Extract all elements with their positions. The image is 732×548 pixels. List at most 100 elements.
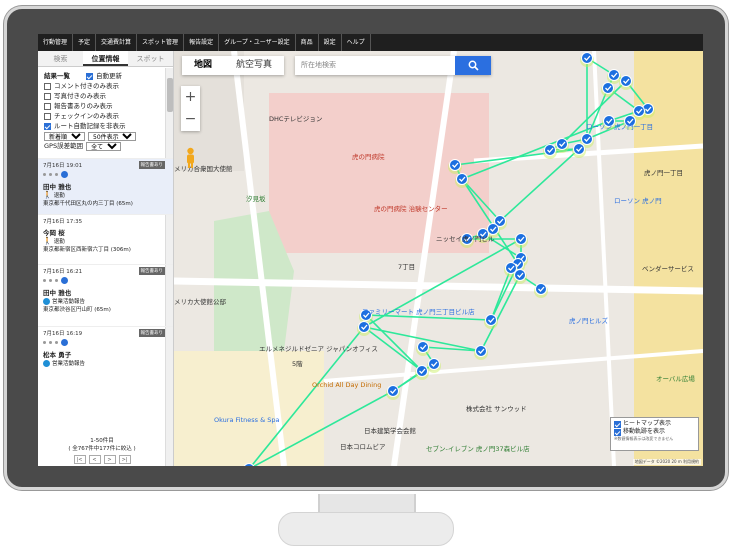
checkin-marker[interactable]: [484, 314, 498, 330]
checkin-marker[interactable]: [386, 385, 400, 401]
menu-item[interactable]: 行動管理: [38, 34, 74, 51]
map-type-map-button[interactable]: 地図: [182, 56, 224, 75]
checkin-marker[interactable]: [357, 321, 371, 337]
menu-item[interactable]: 報告設定: [184, 34, 220, 51]
search-button[interactable]: [455, 56, 491, 75]
checkin-marker[interactable]: [580, 52, 594, 68]
menu-item[interactable]: 商品: [296, 34, 319, 51]
map-type-satellite-button[interactable]: 航空写真: [224, 56, 284, 75]
checkin-icon: [43, 297, 50, 305]
map-place-label: ベンダーサービス: [642, 265, 694, 273]
checkin-marker[interactable]: [572, 143, 586, 159]
menu-item[interactable]: 予定: [73, 34, 97, 51]
pager-range: 1-50件目: [90, 438, 114, 444]
address-search: 所在地検索: [295, 56, 491, 75]
menu-bar: 行動管理 予定 交通費計算 スポット管理 報告設定 グループ・ユーザー設定 商品 設定 ヘルプ: [38, 34, 703, 51]
pager-first-button[interactable]: |<: [73, 455, 86, 464]
checkin-only-checkbox[interactable]: [44, 112, 51, 120]
checkin-marker[interactable]: [448, 159, 462, 175]
map-place-label: 虎ノ門一丁目: [644, 169, 683, 177]
count-select[interactable]: 50件表示: [88, 132, 136, 141]
movement-checkbox[interactable]: [614, 428, 621, 436]
entry-activity: 退勤: [53, 193, 65, 199]
comment-only-checkbox[interactable]: [44, 82, 51, 90]
result-list-label: 結果一覧: [44, 72, 70, 80]
checkin-marker[interactable]: [601, 82, 615, 98]
auto-update-checkbox[interactable]: [86, 72, 93, 80]
list-item[interactable]: 7月16日 16:21 報告書あり 田中 雅也 営業活動報告 東京都渋谷区円山町…: [38, 264, 173, 326]
hotel-block: [174, 351, 324, 466]
hide-route-checkbox[interactable]: [44, 122, 51, 130]
tab-location[interactable]: 位置情報: [83, 51, 128, 66]
location-icon[interactable]: [61, 170, 68, 178]
report-badge[interactable]: 報告書あり: [138, 161, 165, 169]
checkin-marker[interactable]: [534, 283, 548, 299]
scroll-thumb[interactable]: [167, 78, 173, 112]
report-badge[interactable]: 報告書あり: [138, 267, 165, 275]
hide-route-label: ルート自動記録を非表示: [54, 122, 126, 130]
zoom-out-button[interactable]: −: [181, 108, 200, 130]
entry-user-name: 田中 雅也: [43, 183, 72, 191]
menu-item[interactable]: スポット管理: [137, 34, 185, 51]
location-icon[interactable]: [61, 338, 68, 346]
filter-panel: 結果一覧 自動更新 コメント付きのみ表示 写真付きのみ表示 報告書ありのみ表示 …: [38, 67, 173, 155]
map-legend: ヒートマップ表示 移動軌跡を表示 ※数値情報表示は改変できません: [610, 417, 699, 451]
pager-last-button[interactable]: >|: [118, 455, 131, 464]
auto-update-label: 自動更新: [96, 72, 122, 80]
menu-item[interactable]: グループ・ユーザー設定: [219, 34, 296, 51]
checkin-marker[interactable]: [607, 69, 621, 85]
map-place-label: Okura Fitness & Spa: [214, 416, 280, 424]
entry-icons: [43, 169, 168, 179]
list-item[interactable]: 7月16日 16:19 報告書あり 松本 勇子 営業活動報告: [38, 326, 173, 372]
menu-item[interactable]: ヘルプ: [342, 34, 371, 51]
sort-select[interactable]: 新着順: [44, 132, 85, 141]
address-search-input[interactable]: 所在地検索: [295, 56, 455, 75]
map-place-label: 虎の門病院 治験センター: [374, 205, 448, 213]
map-place-label: 虎ノ門ヒルズ: [569, 317, 608, 325]
legend-note: ※数値情報表示は改変できません: [614, 436, 674, 441]
checkin-marker[interactable]: [514, 233, 528, 249]
heatmap-checkbox[interactable]: [614, 420, 621, 428]
map-copyright: 地図データ ©2020 20 m 利用規約: [632, 459, 701, 465]
entry-time: 7月16日 17:35: [43, 219, 83, 225]
checkin-marker[interactable]: [415, 365, 429, 381]
map-place-label: 5階: [292, 360, 303, 368]
checkin-marker[interactable]: [619, 75, 633, 91]
entry-activity: 営業活動報告: [52, 361, 86, 367]
report-only-checkbox[interactable]: [44, 102, 51, 110]
heatmap-label: ヒートマップ表示: [623, 420, 672, 427]
entry-user-name: 松本 勇子: [43, 351, 72, 359]
entry-address: 東京都渋谷区円山町 (65m): [43, 307, 111, 313]
photo-only-checkbox[interactable]: [44, 92, 51, 100]
walk-icon: 🚶: [43, 191, 52, 199]
pager-prev-button[interactable]: <: [88, 455, 101, 464]
checkin-marker[interactable]: [555, 138, 569, 154]
tab-spot[interactable]: スポット: [128, 51, 173, 66]
checkin-marker[interactable]: [543, 144, 557, 160]
gps-range-select[interactable]: 全て: [86, 141, 122, 151]
menu-item[interactable]: 交通費計算: [96, 34, 138, 51]
checkin-marker[interactable]: [513, 269, 527, 285]
entry-activity: 営業活動報告: [52, 299, 86, 305]
list-item[interactable]: 7月16日 17:35 今岡 桜 🚶 退勤 東京都新宿区西新宿六丁目 (306m): [38, 214, 173, 264]
checkin-marker[interactable]: [474, 345, 488, 361]
map-view[interactable]: DHCテレビジョン 虎の門病院 虎の門病院 治験センター 汐見坂 メリカ合衆国大使館 ニッ…: [174, 51, 703, 466]
monitor-stand-base: [278, 512, 454, 546]
checkin-marker[interactable]: [416, 341, 430, 357]
gps-range-label: GPS誤差範囲: [44, 142, 84, 150]
map-place-label: 日本コロムビア: [340, 443, 386, 451]
menu-item[interactable]: 設定: [319, 34, 342, 51]
tab-search[interactable]: 検索: [38, 51, 83, 66]
list-item[interactable]: 7月16日 19:01 報告書あり 田中 雅也 🚶 退勤 東京都千代田区丸の内三丁…: [38, 158, 173, 214]
map-place-label: 日本建築学会会館: [364, 427, 416, 435]
location-icon[interactable]: [61, 276, 68, 284]
report-badge[interactable]: 報告書あり: [138, 329, 165, 337]
checkin-marker[interactable]: [455, 173, 469, 189]
checkin-marker[interactable]: [427, 358, 441, 374]
zoom-in-button[interactable]: +: [181, 86, 200, 108]
map-place-label: オーバル広場: [656, 375, 695, 383]
pager-next-button[interactable]: >: [103, 455, 116, 464]
map-place-label: セブン-イレブン 虎ノ門37森ビル店: [426, 445, 530, 453]
entry-activity: 退勤: [53, 239, 65, 245]
street-view-pegman-icon[interactable]: [183, 147, 198, 169]
